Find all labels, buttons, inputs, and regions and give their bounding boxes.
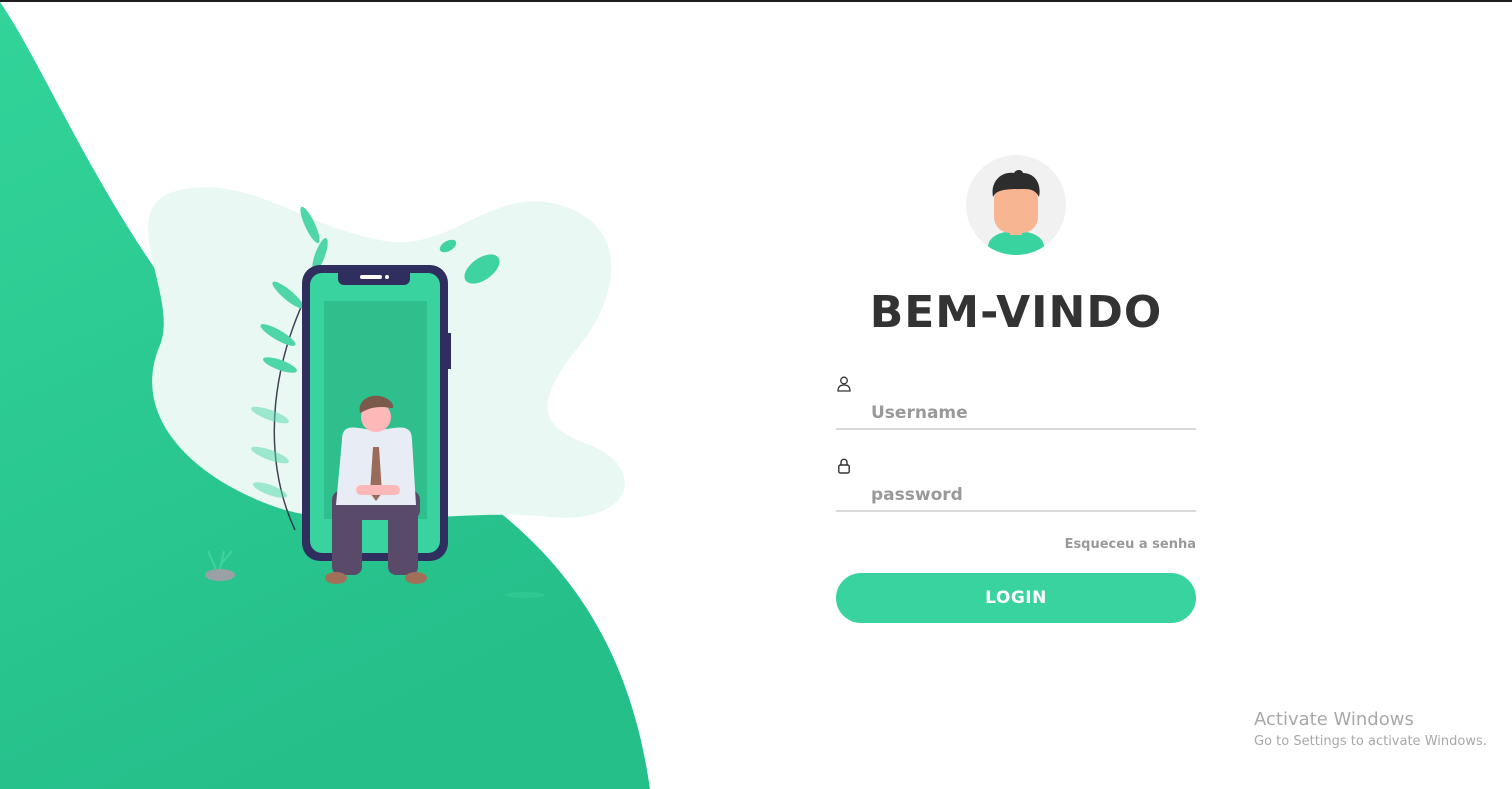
username-input[interactable] [871,400,1191,426]
login-page: BEM-VINDO Esqueceu a senha LOGIN Activat… [0,0,1512,789]
phone-illustration [148,187,625,598]
username-field-group [836,376,1196,430]
windows-activation-watermark: Activate Windows Go to Settings to activ… [1254,708,1487,752]
avatar [966,155,1066,255]
rock-graphic [205,550,235,581]
user-icon [837,376,851,392]
login-button[interactable]: LOGIN [836,573,1196,623]
lock-icon [838,458,850,474]
login-form: BEM-VINDO Esqueceu a senha LOGIN [836,155,1196,625]
watermark-subtitle: Go to Settings to activate Windows. [1254,734,1487,749]
password-field-group [836,458,1196,512]
forgot-password-link[interactable]: Esqueceu a senha [1065,537,1196,552]
watermark-title: Activate Windows [1254,709,1414,730]
avatar-icon [988,170,1044,255]
password-input[interactable] [871,482,1191,508]
page-title: BEM-VINDO [869,287,1163,338]
